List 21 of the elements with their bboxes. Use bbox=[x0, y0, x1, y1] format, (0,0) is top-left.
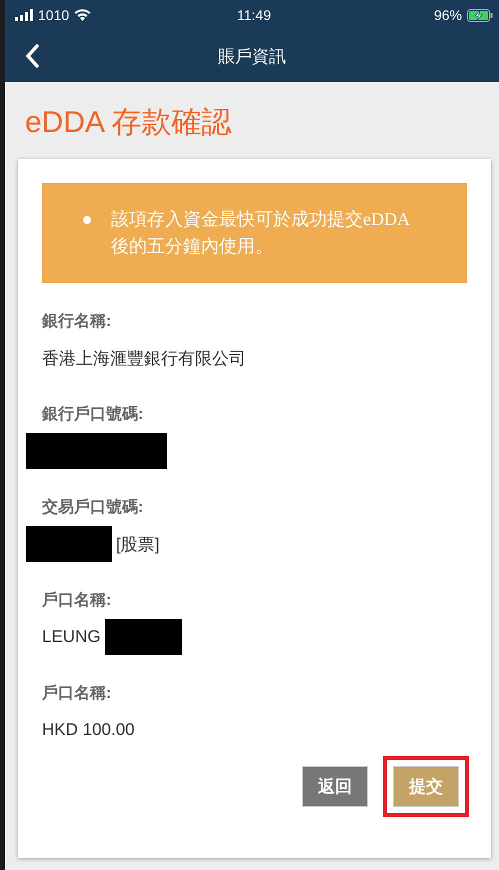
field-label: 銀行戶口號碼: bbox=[42, 404, 144, 425]
field-value: [股票] bbox=[116, 534, 160, 556]
notice-text: 該項存入資金最快可於成功提交eDDA後的五分鐘內使用。 bbox=[111, 208, 411, 258]
field-label: 戶口名稱: bbox=[42, 683, 112, 704]
screen-title: 賬戶資訊 bbox=[218, 46, 286, 68]
signal-icon bbox=[15, 9, 33, 21]
field-label: 戶口名稱: bbox=[42, 590, 112, 611]
field-value: HKD 100.00 bbox=[42, 720, 135, 740]
clock-time: 11:49 bbox=[237, 7, 271, 23]
battery-percent: 96% bbox=[434, 7, 462, 23]
carrier-name: 1010 bbox=[38, 7, 70, 23]
bullet-icon bbox=[83, 216, 91, 224]
page-title: eDDA 存款確認 bbox=[25, 105, 233, 141]
field-value: 香港上海滙豐銀行有限公司 bbox=[42, 348, 246, 370]
submit-button[interactable]: 提交 bbox=[393, 766, 459, 807]
wifi-icon bbox=[74, 9, 92, 21]
back-button[interactable]: 返回 bbox=[302, 766, 368, 807]
back-icon[interactable] bbox=[25, 44, 39, 68]
field-label: 銀行名稱: bbox=[42, 312, 112, 332]
field-label: 交易戶口號碼: bbox=[42, 497, 144, 518]
field-value: LEUNG bbox=[42, 627, 101, 647]
